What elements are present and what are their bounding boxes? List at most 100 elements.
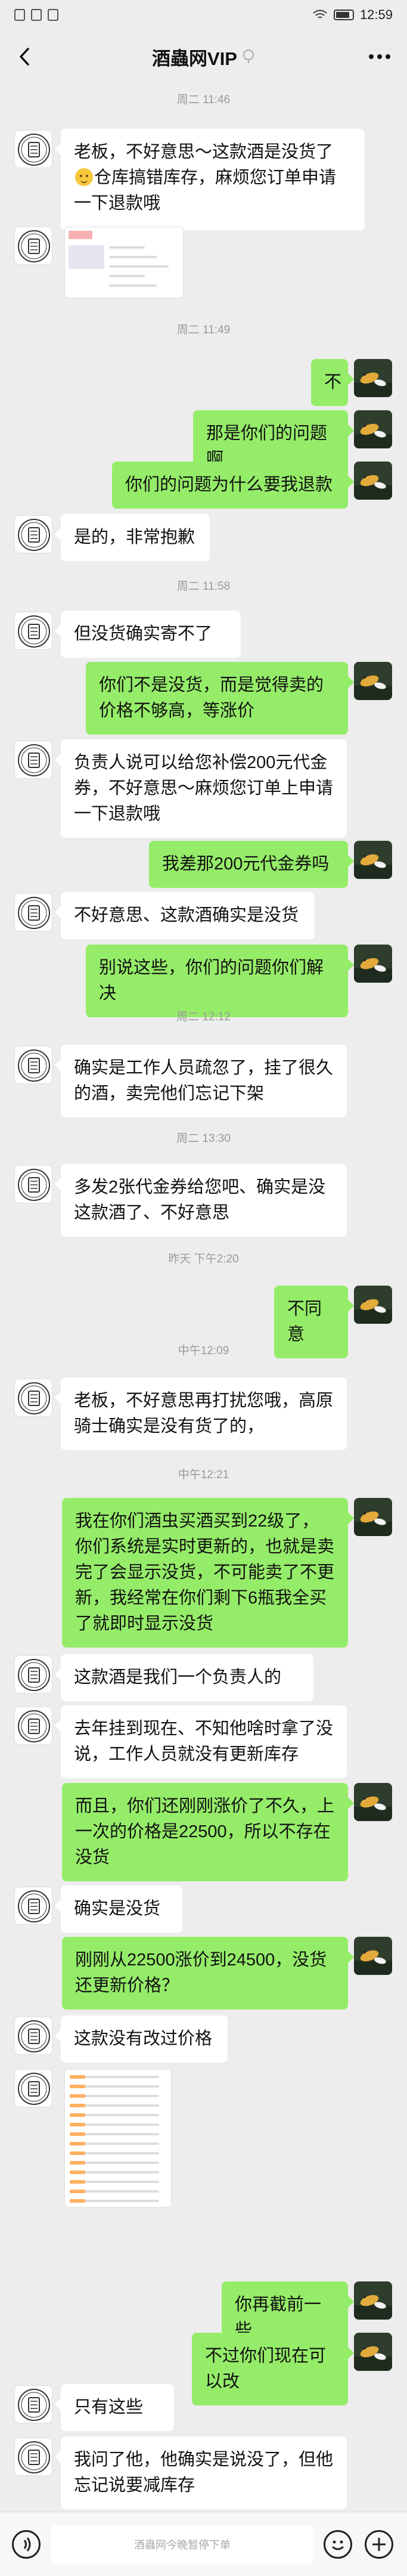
price-tag bbox=[70, 2132, 85, 2136]
message-bubble[interactable]: 不过你们现在可以改 bbox=[192, 2333, 354, 2405]
message-bubble[interactable]: 不好意思、这款酒确实是没货 bbox=[55, 892, 315, 939]
emoji-button[interactable] bbox=[324, 2530, 352, 2559]
voice-icon bbox=[23, 2537, 31, 2552]
avatar[interactable] bbox=[354, 1498, 392, 1536]
avatar[interactable] bbox=[354, 1937, 392, 1975]
avatar[interactable] bbox=[14, 515, 52, 553]
seal-icon bbox=[18, 1710, 50, 1742]
avatar[interactable] bbox=[354, 359, 392, 397]
seal-icon bbox=[18, 2441, 50, 2473]
avatar[interactable] bbox=[14, 2069, 52, 2107]
wifi-icon bbox=[313, 10, 327, 18]
message-text: 不过你们现在可以改 bbox=[205, 2346, 327, 2391]
message-bubble[interactable]: 确实是没货 bbox=[55, 1885, 182, 1933]
price-tag bbox=[70, 2171, 85, 2174]
seal-icon bbox=[18, 134, 50, 166]
koi-fish-image bbox=[354, 410, 392, 448]
avatar[interactable] bbox=[354, 2281, 392, 2320]
message-bubble[interactable]: 确实是工作人员疏忽了，挂了很久的酒，卖完他们忘记下架 bbox=[55, 1045, 347, 1117]
timestamp: 周二 11:49 bbox=[176, 324, 231, 336]
message-text: 是的，非常抱歉 bbox=[74, 528, 195, 547]
message-bubble[interactable]: 我在你们酒虫买酒买到22级了，你们系统是实时更新的，也就是卖完了会显示没货，不可… bbox=[62, 1498, 354, 1648]
avatar[interactable] bbox=[14, 1046, 52, 1084]
plus-button[interactable] bbox=[365, 2530, 393, 2559]
message-bubble[interactable]: 只有这些 bbox=[55, 2384, 174, 2431]
message-bubble[interactable]: 去年挂到现在、不知他啥时拿了没说，工作人员就没有更新库存 bbox=[55, 1705, 347, 1778]
seal-icon bbox=[18, 2073, 50, 2105]
message-input[interactable]: 酒蟲网今晚暂停下单 bbox=[51, 2525, 313, 2563]
seal-icon bbox=[18, 519, 50, 551]
message-bubble[interactable]: 老板，不好意思～这款酒是没货了仓库搞错库存，麻烦您订单申请一下退款哦 bbox=[55, 129, 365, 230]
order-screenshot[interactable] bbox=[64, 227, 184, 298]
message-bubble[interactable]: 我问了他，他确实是说没了，但他忘记说要减库存 bbox=[55, 2436, 347, 2509]
avatar[interactable] bbox=[14, 1379, 52, 1417]
message-text: 不 bbox=[324, 373, 342, 392]
message-text: 只有这些 bbox=[74, 2398, 144, 2417]
avatar[interactable] bbox=[354, 1783, 392, 1821]
avatar[interactable] bbox=[14, 893, 52, 931]
message-bubble[interactable]: 刚刚从22500涨价到24500，没货还更新价格？ bbox=[62, 1937, 354, 2010]
chat-screen: 12:59 酒蟲网VIP 周二 11:46 老板，不好意思～这款酒是没货了仓库搞错… bbox=[0, 0, 407, 2576]
message-bubble[interactable]: 你们不是没货，而是觉得卖的价格不够高，等涨价 bbox=[86, 662, 354, 735]
message-text: 老板，不好意思～这款酒是没货了 bbox=[74, 143, 334, 162]
avatar[interactable] bbox=[354, 2333, 392, 2371]
avatar[interactable] bbox=[14, 130, 52, 168]
koi-fish-image bbox=[354, 2333, 392, 2371]
avatar[interactable] bbox=[14, 2438, 52, 2476]
avatar[interactable] bbox=[354, 1286, 392, 1324]
seal-icon bbox=[18, 897, 50, 929]
message-bubble[interactable]: 是的，非常抱歉 bbox=[55, 514, 210, 561]
message-bubble[interactable]: 我差那200元代金券吗 bbox=[149, 841, 354, 888]
avatar[interactable] bbox=[14, 2017, 52, 2055]
avatar[interactable] bbox=[14, 1707, 52, 1745]
koi-fish-image bbox=[354, 1937, 392, 1975]
chat-title: 酒蟲网VIP bbox=[152, 44, 255, 70]
status-bar: 12:59 bbox=[0, 0, 407, 30]
message-text: 别说这些，你们的问题你们解决 bbox=[99, 958, 324, 1003]
chevron-left-icon bbox=[20, 48, 29, 66]
message-bubble[interactable]: 不 bbox=[311, 359, 354, 406]
message-text: 老板，不好意思再打扰您哦，高原骑士确实是没有货了的， bbox=[74, 1391, 334, 1436]
avatar[interactable] bbox=[14, 2385, 52, 2423]
avatar[interactable] bbox=[354, 410, 392, 448]
koi-fish-image bbox=[354, 841, 392, 879]
voice-button[interactable] bbox=[12, 2530, 41, 2559]
message-text: 我问了他，他确实是说没了，但他忘记说要减库存 bbox=[74, 2450, 334, 2495]
status-icons-right: 12:59 bbox=[312, 7, 393, 23]
price-tag bbox=[70, 2104, 85, 2107]
message-bubble[interactable]: 多发2张代金券给您吧、确实是没这款酒了、不好意思 bbox=[55, 1164, 347, 1237]
message-bubble[interactable]: 而且，你们还刚刚涨价了不久，上一次的价格是22500，所以不存在没货 bbox=[62, 1783, 354, 1881]
verified-badge-icon bbox=[243, 49, 254, 63]
message-bubble[interactable]: 这款酒是我们一个负责人的 bbox=[55, 1654, 313, 1701]
message-bubble[interactable]: 老板，不好意思再打扰您哦，高原骑士确实是没有货了的， bbox=[55, 1377, 347, 1450]
price-tag bbox=[70, 2142, 85, 2145]
avatar[interactable] bbox=[14, 1165, 52, 1203]
avatar[interactable] bbox=[14, 741, 52, 779]
message-bubble[interactable]: 负责人说可以给您补偿200元代金券，不好意思～麻烦您订单上申请一下退款哦 bbox=[55, 739, 347, 838]
avatar[interactable] bbox=[14, 1655, 52, 1693]
message-bubble[interactable]: 别说这些，你们的问题你们解决 bbox=[86, 945, 354, 1017]
message-text: 负责人说可以给您补偿200元代金券，不好意思～麻烦您订单上申请一下退款哦 bbox=[74, 753, 334, 823]
price-tag bbox=[70, 2151, 85, 2155]
price-history-screenshot[interactable] bbox=[64, 2069, 172, 2207]
avatar[interactable] bbox=[354, 462, 392, 500]
avatar[interactable] bbox=[14, 612, 52, 650]
avatar[interactable] bbox=[14, 227, 52, 265]
message-bubble[interactable]: 这款没有改过价格 bbox=[55, 2015, 228, 2063]
message-bubble[interactable]: 但没货确实寄不了 bbox=[55, 611, 241, 658]
more-button[interactable] bbox=[363, 43, 396, 70]
seal-icon bbox=[18, 2020, 50, 2052]
avatar[interactable] bbox=[354, 841, 392, 879]
avatar[interactable] bbox=[354, 662, 392, 700]
message-text: 仓库搞错库存，麻烦您订单申请一下退款哦 bbox=[74, 168, 337, 213]
koi-fish-image bbox=[354, 945, 392, 983]
seal-icon bbox=[18, 1659, 50, 1691]
avatar[interactable] bbox=[14, 1887, 52, 1925]
back-button[interactable] bbox=[11, 43, 38, 70]
avatar[interactable] bbox=[354, 945, 392, 983]
chat-title-text: 酒蟲网VIP bbox=[152, 48, 237, 69]
message-text: 确实是工作人员疏忽了，挂了很久的酒，卖完他们忘记下架 bbox=[74, 1058, 334, 1103]
message-text: 我差那200元代金券吗 bbox=[162, 854, 330, 874]
message-bubble[interactable]: 你们的问题为什么要我退款 bbox=[112, 462, 354, 509]
order-line bbox=[109, 275, 145, 277]
